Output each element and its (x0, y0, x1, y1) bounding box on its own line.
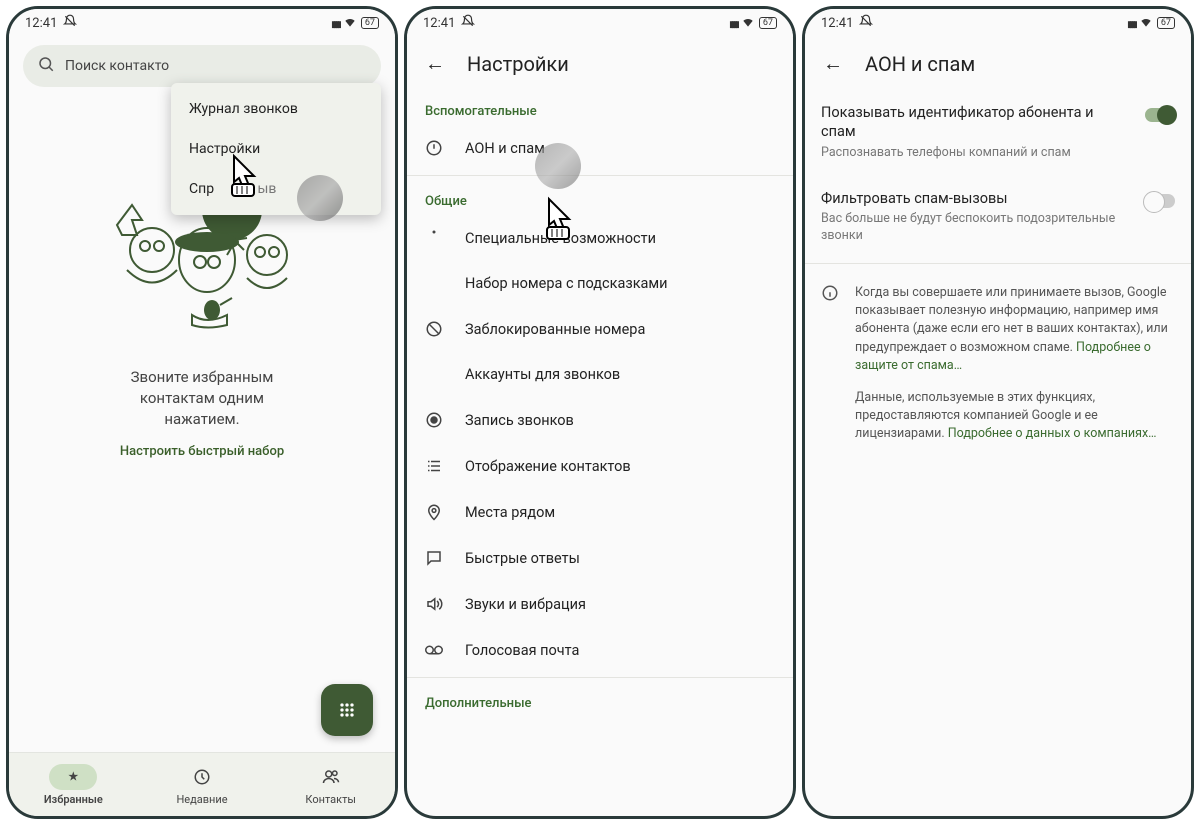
nav-favorites[interactable]: ★ Избранные (9, 753, 138, 816)
nav-recent[interactable]: Недавние (138, 753, 267, 816)
signal-icon (729, 17, 737, 30)
record-icon (425, 411, 443, 429)
wifi-icon (1139, 15, 1153, 32)
battery-indicator: 67 (361, 17, 379, 29)
chat-icon (425, 549, 443, 567)
people-icon (321, 768, 341, 786)
row-voicemail[interactable]: Голосовая почта (407, 627, 793, 673)
clock: 12:41 (423, 16, 455, 31)
dnd-icon (63, 14, 77, 32)
toggle-on[interactable] (1145, 108, 1175, 122)
data-learn-more-link[interactable]: Подробнее о данных о компаниях… (948, 426, 1157, 441)
row-sound[interactable]: Звуки и вибрация (407, 581, 793, 627)
page-title: Настройки (467, 52, 569, 76)
row-quick-reply[interactable]: Быстрые ответы (407, 535, 793, 581)
divider (805, 263, 1191, 264)
page-title: АОН и спам (865, 52, 975, 76)
bottom-nav: ★ Избранные Недавние Контакты (9, 752, 395, 816)
row-nearby[interactable]: Места рядом (407, 489, 793, 535)
phone-screen-settings: 12:41 67 ← Настройки Вспомогательные АОН… (404, 6, 796, 819)
dialpad-fab[interactable] (321, 684, 373, 736)
statusbar: 12:41 67 (805, 9, 1191, 37)
row-record[interactable]: Запись звонков (407, 397, 793, 443)
wifi-icon (343, 15, 357, 32)
statusbar: 12:41 67 (9, 9, 395, 37)
info-block: Когда вы совершаете или принимаете вызов… (805, 268, 1191, 459)
list-icon (425, 457, 443, 475)
row-display[interactable]: Отображение контактов (407, 443, 793, 489)
pref-filter-spam[interactable]: Фильтровать спам-вызовы Вас больше не бу… (805, 176, 1191, 260)
search-input[interactable]: Поиск контакто (23, 45, 381, 87)
phone-screen-caller-id: 12:41 67 ← АОН и спам Показывать идентиф… (802, 6, 1194, 819)
back-button[interactable]: ← (823, 51, 843, 76)
search-placeholder: Поиск контакто (65, 58, 169, 74)
sound-icon (425, 595, 443, 613)
page-header: ← АОН и спам (805, 37, 1191, 90)
pref-subtitle: Распознавать телефоны компаний и спам (821, 145, 1131, 162)
clock-icon (193, 768, 211, 786)
dnd-icon (461, 14, 475, 32)
overflow-menu: Журнал звонков Настройки Спр ыв (171, 83, 381, 215)
section-aux: Вспомогательные (407, 90, 793, 125)
statusbar: 12:41 67 (407, 9, 793, 37)
clock: 12:41 (821, 16, 853, 31)
divider (407, 175, 793, 176)
divider (407, 677, 793, 678)
section-general: Общие (407, 180, 793, 215)
row-accessibility[interactable]: Специальные возможности (407, 215, 793, 261)
battery-indicator: 67 (1157, 17, 1175, 29)
wifi-icon (741, 15, 755, 32)
signal-icon (331, 17, 339, 30)
row-caller-id[interactable]: АОН и спам (407, 125, 793, 171)
nav-contacts[interactable]: Контакты (266, 753, 395, 816)
pin-icon (425, 503, 443, 521)
pref-title: Показывать идентификатор абонента и спам (821, 104, 1131, 142)
page-header: ← Настройки (407, 37, 793, 90)
block-icon (425, 320, 443, 338)
dnd-icon (859, 14, 873, 32)
section-extra: Дополнительные (407, 682, 793, 717)
menu-settings[interactable]: Настройки (171, 129, 381, 169)
pref-subtitle: Вас больше не будут беспокоить подозрите… (821, 211, 1131, 245)
search-icon (37, 55, 55, 77)
speed-dial-link[interactable]: Настроить быстрый набор (9, 444, 395, 459)
row-blocked[interactable]: Заблокированные номера (407, 306, 793, 352)
avatar-behind (535, 143, 581, 189)
info-icon (821, 291, 839, 306)
row-accounts[interactable]: Аккаунты для звонков (407, 352, 793, 397)
back-button[interactable]: ← (425, 51, 445, 76)
voicemail-icon (425, 641, 443, 659)
toggle-off[interactable] (1145, 194, 1175, 208)
battery-indicator: 67 (759, 17, 777, 29)
pref-title: Фильтровать спам-вызовы (821, 190, 1131, 209)
accessibility-icon (425, 229, 443, 247)
menu-call-log[interactable]: Журнал звонков (171, 89, 381, 129)
alert-icon (425, 139, 443, 157)
empty-state-text: Звоните избранным контактам одним нажати… (9, 367, 395, 430)
signal-icon (1127, 17, 1135, 30)
clock: 12:41 (25, 16, 57, 31)
pref-show-caller-id[interactable]: Показывать идентификатор абонента и спам… (805, 90, 1191, 176)
star-icon: ★ (68, 770, 78, 783)
row-assisted-dialing[interactable]: Набор номера с подсказками (407, 261, 793, 306)
phone-screen-favorites: 12:41 67 Поиск контакто Журнал звонков Н… (6, 6, 398, 819)
menu-help[interactable]: Спр ыв (171, 169, 381, 209)
